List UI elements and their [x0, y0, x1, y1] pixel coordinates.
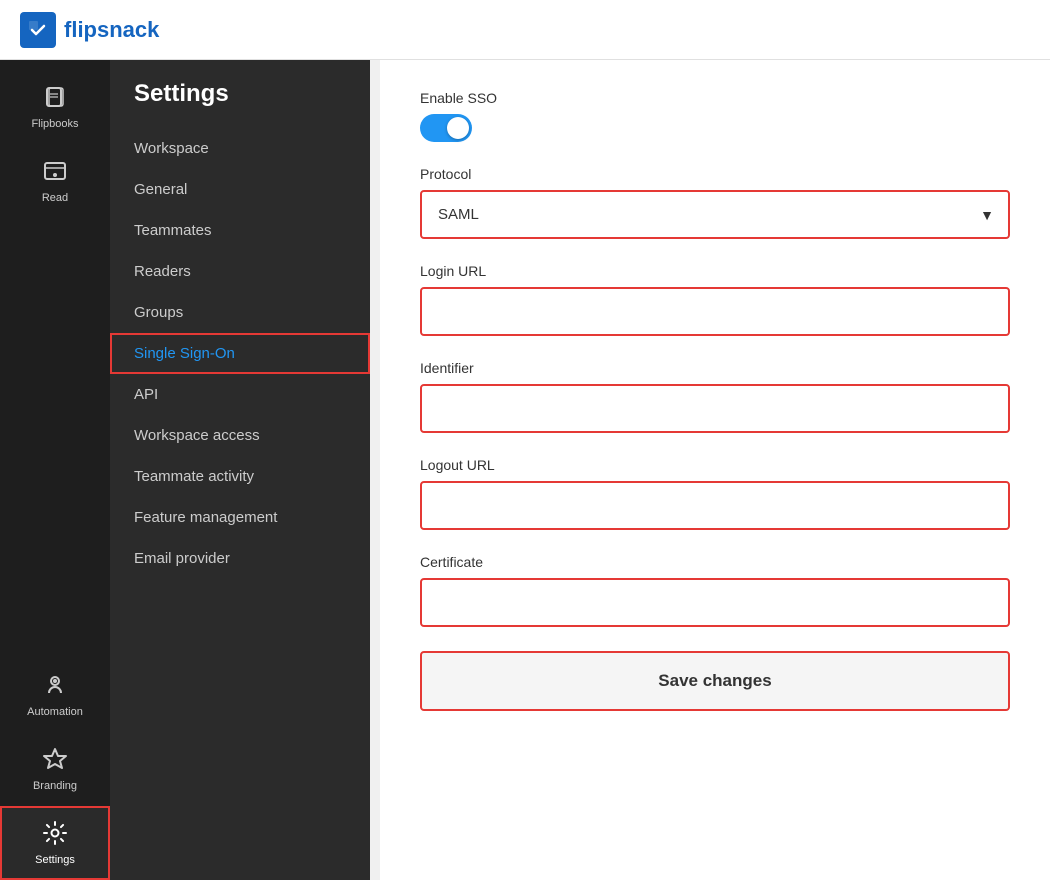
menu-item-sso[interactable]: Single Sign-On	[110, 333, 370, 374]
logout-url-label: Logout URL	[420, 457, 1010, 473]
save-changes-button[interactable]: Save changes	[420, 651, 1010, 711]
app-header: flipsnack	[0, 0, 1050, 60]
login-url-label: Login URL	[420, 263, 1010, 279]
logout-url-group: Logout URL	[420, 457, 1010, 530]
sso-settings-content: Enable SSO Protocol SAML OIDC ▼ Login UR…	[380, 60, 1050, 880]
sso-toggle[interactable]	[420, 114, 472, 142]
nav-item-automation[interactable]: Automation	[0, 658, 110, 732]
menu-item-general[interactable]: General	[110, 169, 370, 210]
nav-settings-label: Settings	[35, 854, 75, 866]
login-url-group: Login URL	[420, 263, 1010, 336]
menu-item-feature-management[interactable]: Feature management	[110, 497, 370, 538]
menu-item-teammate-activity[interactable]: Teammate activity	[110, 456, 370, 497]
logo-text: flipsnack	[64, 17, 159, 43]
nav-branding-label: Branding	[33, 780, 77, 792]
settings-title: Settings	[110, 80, 370, 128]
menu-item-workspace[interactable]: Workspace	[110, 128, 370, 169]
certificate-input[interactable]	[420, 578, 1010, 627]
read-icon	[42, 158, 68, 188]
identifier-label: Identifier	[420, 360, 1010, 376]
logo-link[interactable]: flipsnack	[20, 12, 159, 48]
nav-item-read[interactable]: Read	[0, 144, 110, 218]
menu-item-readers[interactable]: Readers	[110, 251, 370, 292]
settings-icon	[42, 820, 68, 850]
nav-item-flipbooks[interactable]: Flipbooks	[0, 70, 110, 144]
branding-icon	[42, 746, 68, 776]
enable-sso-group: Enable SSO	[420, 90, 1010, 142]
logo-icon	[20, 12, 56, 48]
nav-flipbooks-label: Flipbooks	[31, 118, 78, 130]
protocol-label: Protocol	[420, 166, 1010, 182]
identifier-group: Identifier	[420, 360, 1010, 433]
protocol-select-wrapper: SAML OIDC ▼	[420, 190, 1010, 239]
enable-sso-label: Enable SSO	[420, 90, 1010, 106]
login-url-input[interactable]	[420, 287, 1010, 336]
identifier-input[interactable]	[420, 384, 1010, 433]
nav-automation-label: Automation	[27, 706, 83, 718]
content-divider	[370, 60, 380, 880]
protocol-group: Protocol SAML OIDC ▼	[420, 166, 1010, 239]
icon-nav: Flipbooks Read Automation	[0, 60, 110, 880]
logout-url-input[interactable]	[420, 481, 1010, 530]
menu-item-teammates[interactable]: Teammates	[110, 210, 370, 251]
certificate-group: Certificate	[420, 554, 1010, 627]
menu-item-api[interactable]: API	[110, 374, 370, 415]
menu-item-workspace-access[interactable]: Workspace access	[110, 415, 370, 456]
automation-icon	[42, 672, 68, 702]
nav-item-settings[interactable]: Settings	[0, 806, 110, 880]
protocol-select[interactable]: SAML OIDC	[420, 190, 1010, 239]
menu-item-email-provider[interactable]: Email provider	[110, 538, 370, 579]
settings-sidebar: Settings Workspace General Teammates Rea…	[110, 60, 370, 880]
menu-item-groups[interactable]: Groups	[110, 292, 370, 333]
main-layout: Flipbooks Read Automation	[0, 60, 1050, 880]
nav-read-label: Read	[42, 192, 68, 204]
nav-item-branding[interactable]: Branding	[0, 732, 110, 806]
flipbooks-icon	[42, 84, 68, 114]
certificate-label: Certificate	[420, 554, 1010, 570]
